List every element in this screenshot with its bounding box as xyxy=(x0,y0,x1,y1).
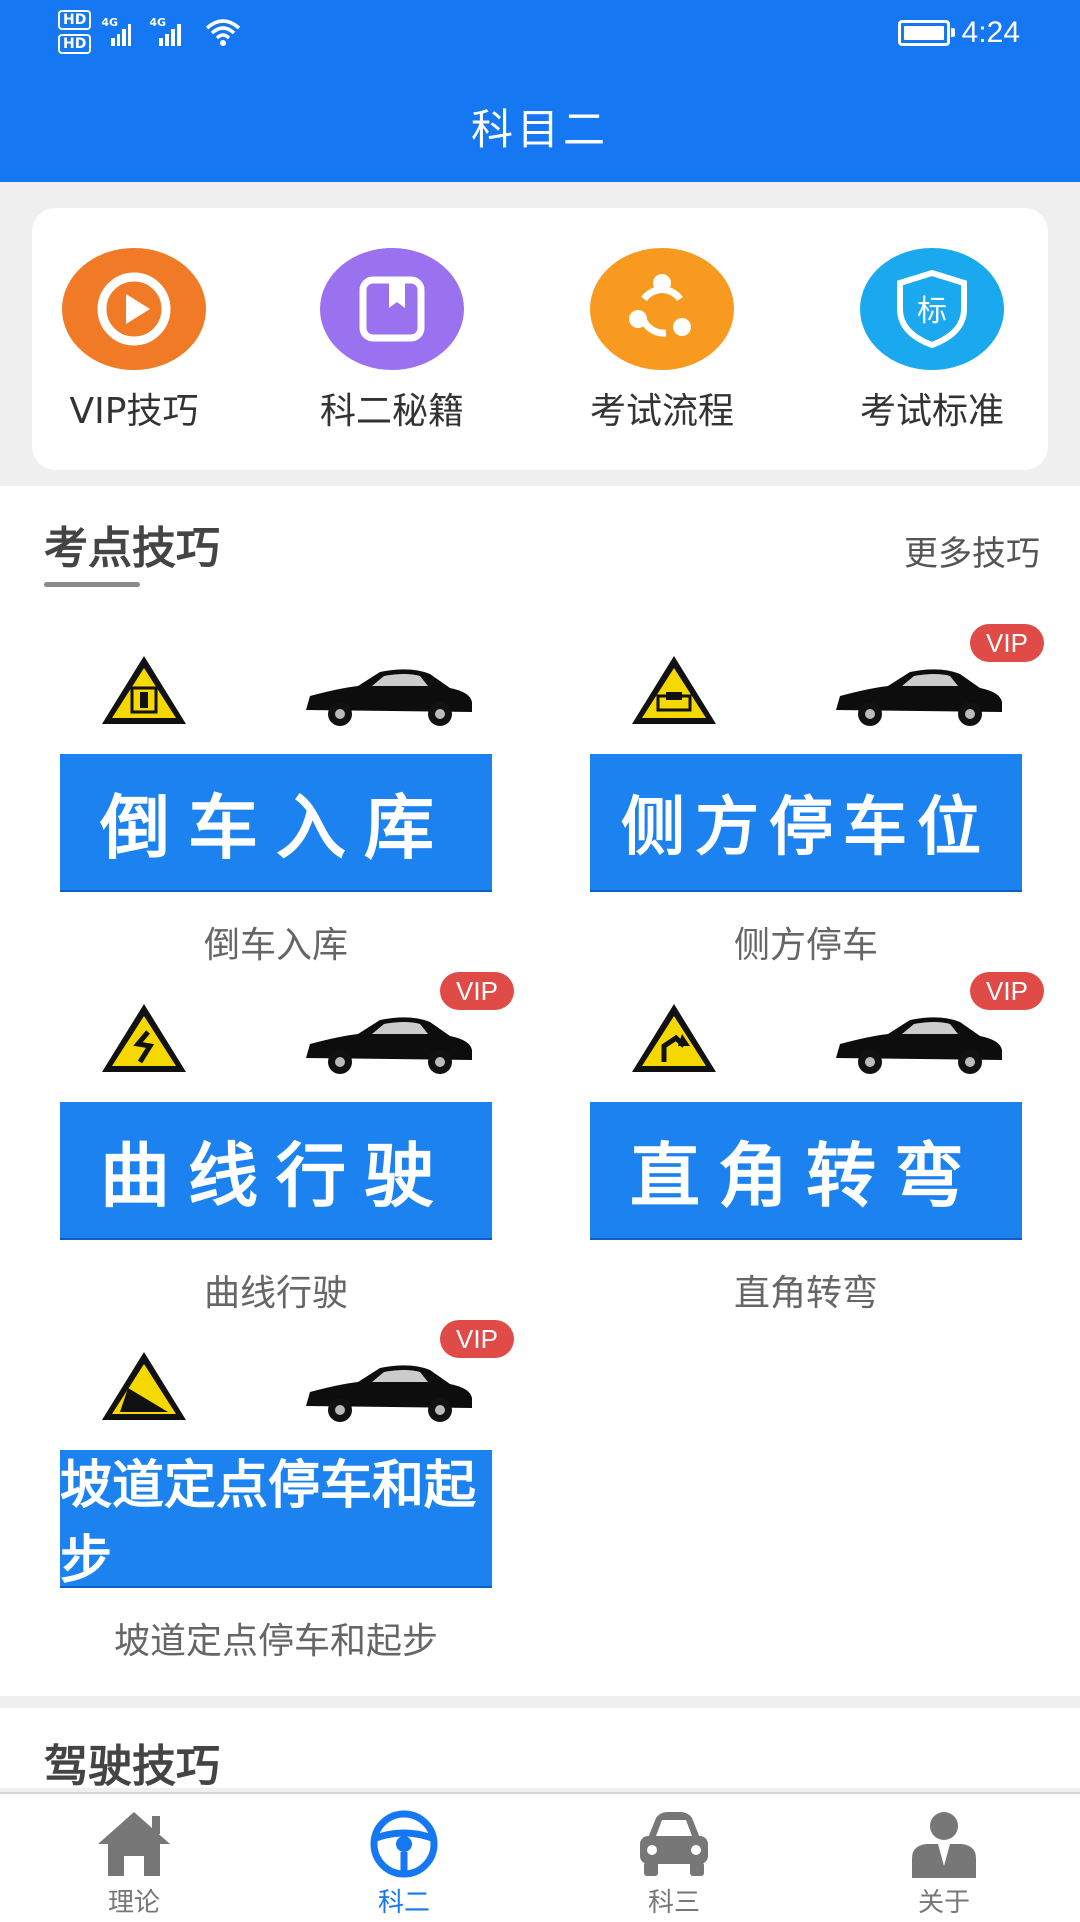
car-icon xyxy=(306,669,472,726)
more-tips-link[interactable]: 更多技巧 xyxy=(904,526,1040,575)
tip-card[interactable]: VIP 直角转弯 直角转弯 xyxy=(590,972,1044,1330)
quick-label: VIP技巧 xyxy=(69,391,199,432)
quick-item-exam-standard[interactable]: 标 考试标准 xyxy=(832,248,1032,434)
car-icon xyxy=(306,1365,472,1422)
car-icon xyxy=(836,669,1002,726)
tip-banner: 坡道定点停车和起步 xyxy=(60,1450,492,1591)
quick-menu-card: VIP技巧 科二秘籍 考试流程 标 考试标准 xyxy=(32,208,1048,470)
status-right: 4:24 xyxy=(897,16,1020,50)
quick-item-exam-process[interactable]: 考试流程 xyxy=(562,248,762,434)
nav-label: 科二 xyxy=(377,1888,430,1918)
signal-icon-2: 4G xyxy=(149,16,189,46)
play-circle-icon xyxy=(62,248,206,370)
section-underline xyxy=(44,582,140,587)
bookmark-book-icon xyxy=(320,248,464,370)
quick-item-secrets[interactable]: 科二秘籍 xyxy=(292,248,492,434)
tip-card[interactable]: VIP 坡道定点停车和起步 坡道定点停车和起步 xyxy=(60,1320,514,1678)
signal-icon: 4G xyxy=(101,16,132,46)
quick-label: 科二秘籍 xyxy=(319,391,464,432)
car-icon xyxy=(306,1017,472,1074)
tip-banner: 侧方停车位 xyxy=(590,754,1022,890)
tip-banner: 倒车入库 xyxy=(60,754,492,890)
tip-card[interactable]: VIP 曲线行驶 曲线行驶 xyxy=(60,972,514,1330)
nav-item-about[interactable]: 关于 xyxy=(854,1808,1034,1919)
vip-badge: VIP xyxy=(440,1320,514,1358)
tip-banner: 直角转弯 xyxy=(590,1102,1022,1238)
quick-label: 考试标准 xyxy=(859,391,1004,432)
tip-caption: 曲线行驶 xyxy=(203,1273,348,1314)
vip-badge: VIP xyxy=(970,624,1044,662)
vip-badge: VIP xyxy=(440,972,514,1010)
tip-banner: 曲线行驶 xyxy=(60,1102,492,1238)
warning-sign-icon xyxy=(102,1004,186,1072)
nav-label: 科三 xyxy=(647,1888,700,1918)
network-type-1: 4G xyxy=(101,16,119,29)
warning-sign-icon xyxy=(632,656,716,724)
home-icon xyxy=(98,1812,170,1876)
warning-sign-icon xyxy=(632,1004,716,1072)
network-type-2: 4G xyxy=(149,16,167,29)
driving-section: 驾驶技巧 xyxy=(0,1708,1080,1792)
nav-item-subject2[interactable]: 科二 xyxy=(314,1808,494,1919)
battery-icon xyxy=(897,20,955,46)
steering-wheel-icon xyxy=(370,1810,438,1878)
nav-item-theory[interactable]: 理论 xyxy=(44,1808,224,1919)
clock: 4:24 xyxy=(961,16,1020,49)
hd-badge-1: HD xyxy=(58,10,92,30)
warning-sign-icon xyxy=(102,656,186,724)
person-icon xyxy=(912,1812,976,1878)
section-title: 驾驶技巧 xyxy=(44,1741,220,1792)
nav-label: 关于 xyxy=(917,1888,970,1918)
page-title: 科目二 xyxy=(470,105,609,154)
vip-badge: VIP xyxy=(970,972,1044,1010)
shield-standard-icon: 标 xyxy=(860,248,1004,370)
section-title: 考点技巧 xyxy=(44,523,220,574)
quick-item-vip-tips[interactable]: VIP技巧 xyxy=(34,248,234,434)
tip-card[interactable]: VIP 侧方停车位 侧方停车 xyxy=(590,624,1044,982)
car-icon xyxy=(836,1017,1002,1074)
car-icon xyxy=(640,1812,708,1876)
hd-indicators: HD HD xyxy=(58,10,92,54)
app-header: HD HD 4G 4G 4:24 科目二 xyxy=(0,0,1080,182)
quick-label: 考试流程 xyxy=(589,391,734,432)
status-left: HD HD 4G 4G xyxy=(58,10,241,54)
share-flow-icon xyxy=(590,248,734,370)
tips-section: 考点技巧 更多技巧 倒车入库 倒车入库 VIP 侧方停车位 侧方停车 VIP 曲… xyxy=(0,486,1080,1696)
svg-text:标: 标 xyxy=(917,294,947,329)
nav-label: 理论 xyxy=(107,1888,160,1918)
bottom-nav: 理论 科二 科三 关于 xyxy=(0,1792,1080,1922)
tip-caption: 坡道定点停车和起步 xyxy=(113,1621,438,1662)
tip-caption: 侧方停车 xyxy=(733,925,878,966)
wifi-icon xyxy=(206,19,241,46)
status-bar: HD HD 4G 4G 4:24 xyxy=(0,0,1080,70)
tip-caption: 倒车入库 xyxy=(203,925,348,966)
hd-badge-2: HD xyxy=(58,34,92,54)
tip-card[interactable]: 倒车入库 倒车入库 xyxy=(60,652,500,982)
warning-sign-icon xyxy=(102,1352,186,1420)
tip-caption: 直角转弯 xyxy=(733,1273,878,1314)
nav-item-subject3[interactable]: 科三 xyxy=(584,1808,764,1919)
